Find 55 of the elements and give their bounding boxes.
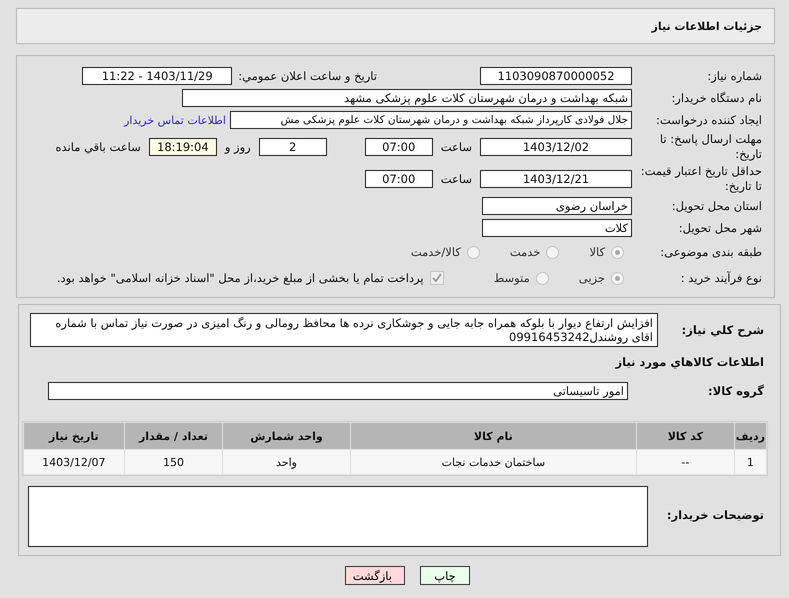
date-field: 1403/12/02: [480, 138, 632, 156]
remaining-label: ساعت باقي مانده: [56, 140, 141, 154]
remaining-time-field: 18:19:04: [148, 138, 217, 156]
description-box: افزایش ارتفاع دیوار با بلوکه همراه جابه جایی و جوشکاری نرده ها محافظ رومالی و رنگ امیزی در صورت نیاز تماس با شماره اقای روشندل09916453242: [30, 313, 658, 347]
radio-option[interactable]: خدمت: [510, 245, 560, 259]
goods-group-field: امور تاسیساتی: [48, 382, 628, 400]
column-header: کد کالا: [637, 423, 734, 449]
buyer-contact-link[interactable]: اطلاعات تماس خریدار: [124, 114, 226, 126]
time-label: ساعت: [440, 140, 472, 154]
back-button[interactable]: بازگشت: [345, 566, 405, 585]
table-cell: 1: [734, 450, 766, 474]
field-label: استان محل تحویل:: [670, 198, 763, 214]
table-cell: ساختمان خدمات نجات: [350, 450, 636, 474]
treasury-note: پرداخت تمام یا بخشی از مبلغ خرید،از محل "اسناد خزانه اسلامی" خواهد بود.: [56, 271, 424, 285]
field-label: شرح کلي نیاز:: [680, 322, 765, 338]
column-header: ردیف: [734, 423, 766, 449]
checkbox[interactable]: [430, 271, 444, 285]
field-label: حداقل تاریخ اعتبار قیمت: تا تاریخ:: [640, 164, 763, 194]
field-label: تاریخ و ساعت اعلان عمومي:: [238, 69, 377, 83]
field-label: ایجاد کننده درخواست:: [655, 112, 763, 128]
field-label: گروه کالا:: [707, 384, 765, 398]
field-label: طبقه بندی موضوعی:: [659, 244, 763, 260]
field-label: نام دستگاه خریدار:: [670, 90, 763, 106]
need-number-field: 1103090870000052: [480, 67, 632, 85]
table-cell: 1403/12/07: [24, 450, 124, 474]
column-header: واحد شمارش: [223, 423, 350, 449]
column-header: تعداد / مقدار: [124, 423, 222, 449]
requester-field: جلال فولادی کارپرداز شبکه بهداشت و درمان شهرستان کلات علوم پزشکی مش: [230, 111, 632, 129]
radio-option[interactable]: کالا/خدمت: [410, 245, 480, 259]
time-label: ساعت: [440, 172, 472, 186]
time-field: 07:00: [364, 138, 433, 156]
date-field: 1403/12/21: [480, 170, 632, 188]
days-field: 2: [258, 138, 327, 156]
radio-option[interactable]: کالا: [589, 245, 624, 259]
buyer-org-field: شبکه بهداشت و درمان شهرستان کلات علوم پزشکی مشهد: [182, 89, 632, 107]
column-header: تاریخ نیاز: [24, 423, 124, 449]
field-label: توضیحات خریدار:: [666, 508, 765, 523]
radio-option[interactable]: جزیی: [578, 271, 624, 285]
table-cell: --: [637, 450, 734, 474]
days-label: روز و: [224, 140, 251, 154]
print-button[interactable]: چاپ: [420, 566, 470, 585]
radio-option[interactable]: متوسط: [494, 271, 549, 285]
page-title: جزئیات اطلاعات نیاز: [652, 20, 762, 32]
province-field: خراسان رضوی: [482, 197, 632, 215]
column-header: نام کالا: [350, 423, 636, 449]
table-cell: واحد: [223, 450, 350, 474]
field-label: نوع فرآیند خرید :: [680, 270, 763, 286]
table-cell: 150: [124, 450, 222, 474]
field-label: شهر محل تحویل:: [678, 220, 763, 236]
field-label: شماره نیاز:: [706, 68, 763, 84]
city-field: کلات: [482, 219, 632, 237]
time-field: 07:00: [364, 170, 433, 188]
section-heading: اطلاعات کالاهاي مورد نیاز: [616, 355, 765, 369]
announce-date-field: 1403/11/29 - 11:22: [82, 67, 232, 85]
field-label: مهلت ارسال پاسخ: تا تاریخ:: [658, 132, 763, 162]
